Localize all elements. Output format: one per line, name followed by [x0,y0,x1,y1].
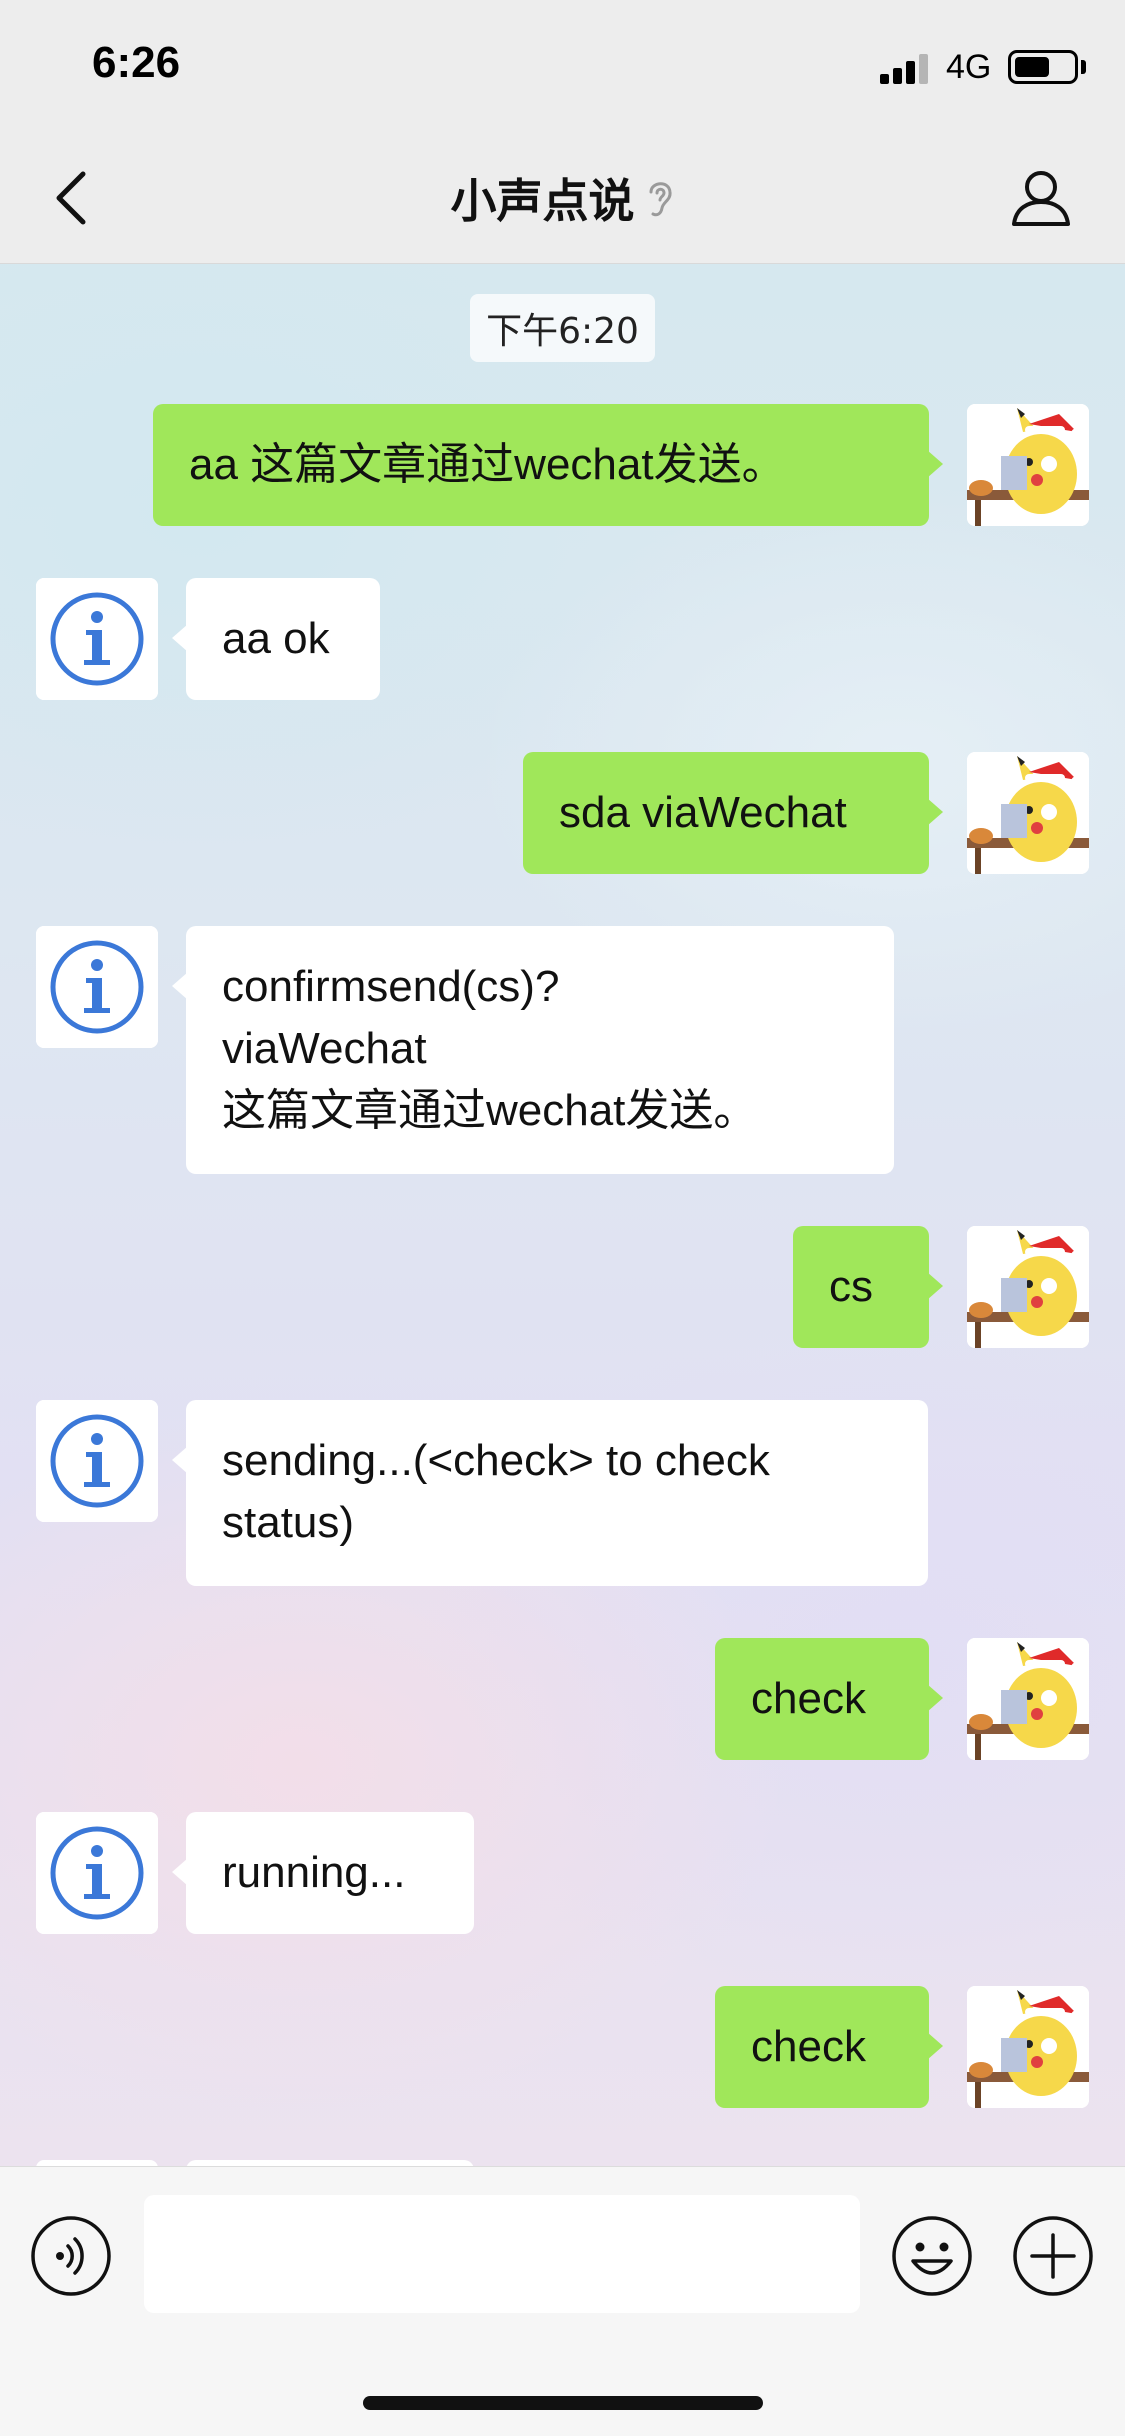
message-bubble-received[interactable]: aa ok [172,578,380,700]
message-input[interactable] [144,2195,860,2313]
message-row: aa ok [0,578,1125,700]
message-bubble-sent[interactable]: aa 这篇文章通过wechat发送。 [153,404,943,526]
chat-title: 小声点说 [450,174,635,228]
user-avatar[interactable] [967,1226,1089,1348]
network-label: 4G [946,48,992,86]
user-avatar[interactable] [967,1638,1089,1760]
ear-icon [645,176,675,220]
message-bubble-received[interactable]: running... [172,1812,474,1934]
message-bubble-sent[interactable]: sda viaWechat [523,752,943,874]
bot-avatar[interactable] [36,1400,158,1522]
message-row: check [0,1986,1125,2108]
message-bubble-sent[interactable]: check [715,1986,943,2108]
plus-icon [1013,2216,1093,2296]
person-icon [1012,171,1070,226]
bot-avatar[interactable] [36,926,158,1048]
battery-icon [1008,50,1078,84]
status-bar: 6:26 4G [0,0,1125,132]
more-button[interactable] [1012,2215,1094,2297]
bot-avatar[interactable] [36,1812,158,1934]
pikachu-avatar-image [967,1986,1089,2108]
profile-button[interactable] [1006,166,1076,230]
message-bubble-sent[interactable]: check [715,1638,943,1760]
bot-avatar[interactable] [36,578,158,700]
pikachu-avatar-image [967,1638,1089,1760]
message-row: cs [0,1226,1125,1348]
message-row: aa 这篇文章通过wechat发送。 [0,404,1125,526]
pikachu-avatar-image [967,404,1089,526]
nav-title-group: 小声点说 [0,132,1125,264]
info-icon [36,1812,158,1934]
message-row: running... [0,1812,1125,1934]
pikachu-avatar-image [967,752,1089,874]
message-bubble-sent[interactable]: cs [793,1226,943,1348]
status-time: 6:26 [92,38,181,87]
user-avatar[interactable] [967,1986,1089,2108]
voice-icon [31,2216,111,2296]
emoji-button[interactable] [891,2215,973,2297]
home-indicator[interactable] [363,2396,763,2410]
info-icon [36,1400,158,1522]
chat-area[interactable]: 下午6:20 aa 这篇文章通过wechat发送。 aa ok sda viaW… [0,264,1125,2166]
time-divider: 下午6:20 [0,294,1125,362]
back-button[interactable] [40,164,100,232]
battery-level [1015,57,1049,77]
smiley-icon [892,2216,972,2296]
user-avatar[interactable] [967,752,1089,874]
nav-bar: 小声点说 [0,132,1125,264]
battery-nub [1081,60,1086,74]
pikachu-avatar-image [967,1226,1089,1348]
user-avatar[interactable] [967,404,1089,526]
message-bubble-received[interactable]: sending...(<check> to check status) [172,1400,928,1586]
chevron-left-icon [56,171,86,225]
message-row: check [0,1638,1125,1760]
message-row: sending...(<check> to check status) [0,1400,1125,1586]
message-bubble-received[interactable]: confirmsend(cs)? viaWechat 这篇文章通过wechat发… [172,926,894,1174]
message-row: confirmsend(cs)? viaWechat 这篇文章通过wechat发… [0,926,1125,1174]
signal-icon [880,52,934,84]
message-row: sda viaWechat [0,752,1125,874]
time-divider-label: 下午6:20 [470,294,655,362]
voice-button[interactable] [30,2215,112,2297]
info-icon [36,578,158,700]
info-icon [36,926,158,1048]
